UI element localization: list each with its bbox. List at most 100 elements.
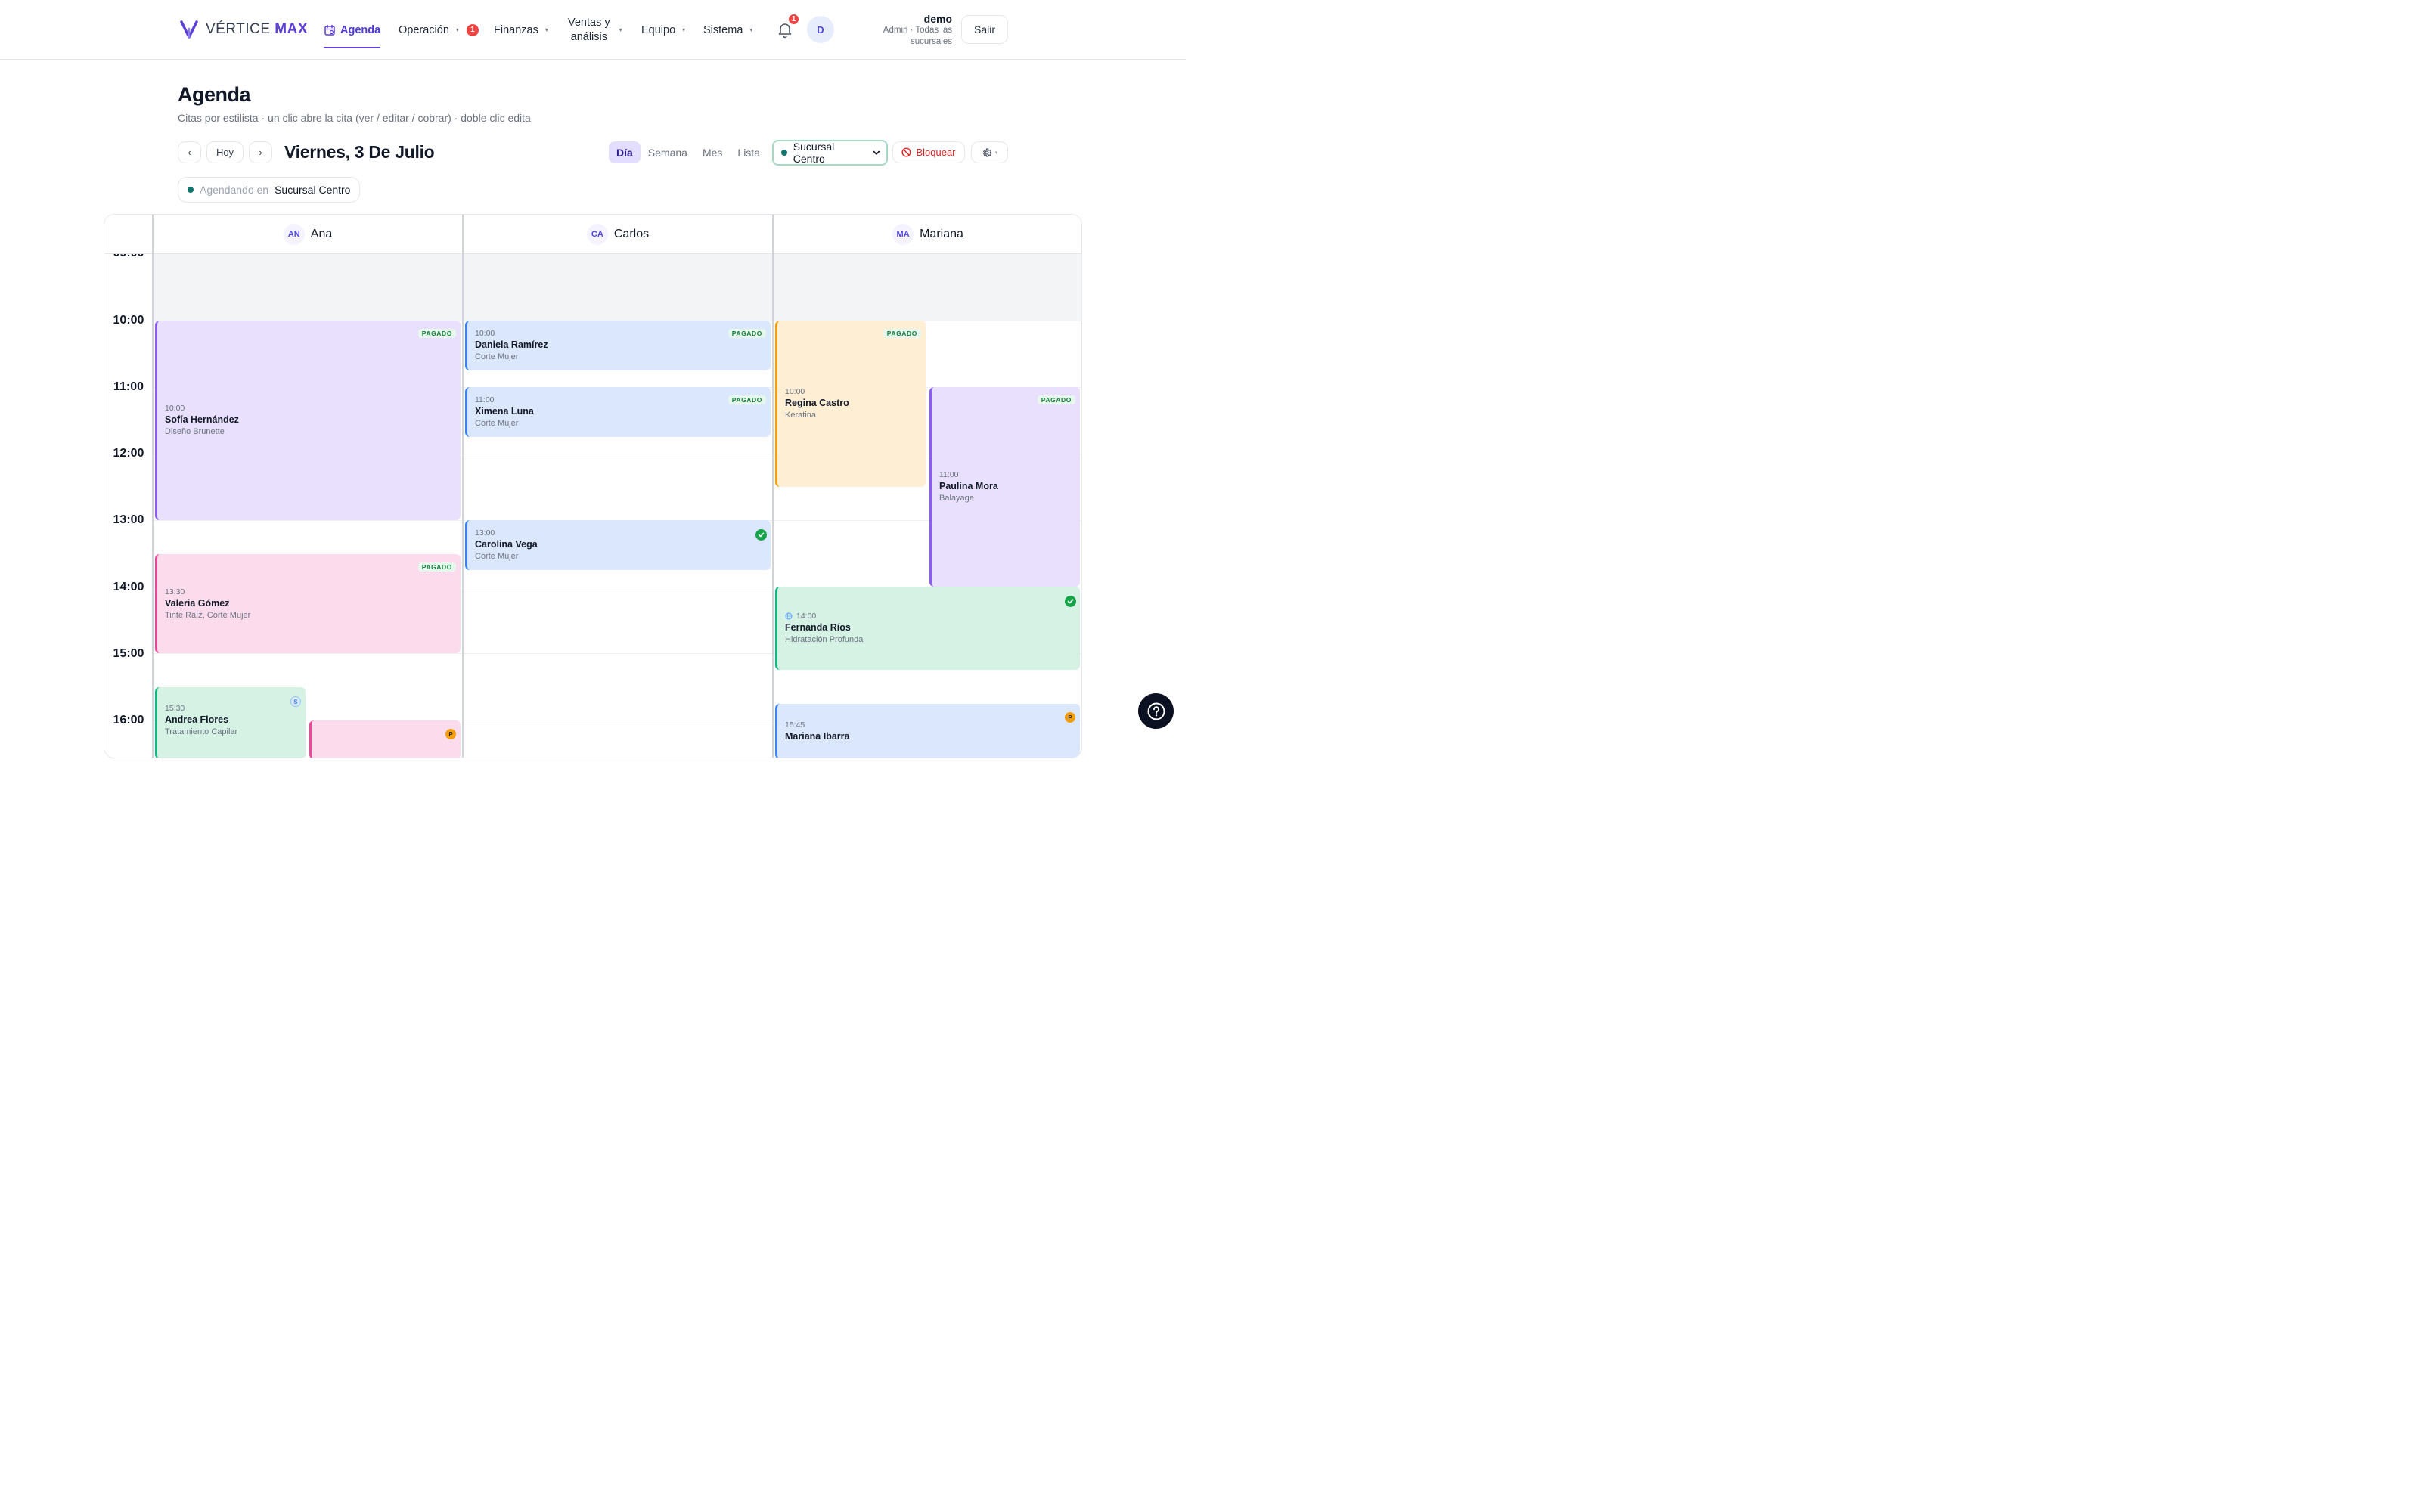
appointment-card[interactable]: P 15:45 Mariana Ibarra <box>775 704 1080 758</box>
caret-down-icon: ▾ <box>619 26 622 33</box>
calendar-settings-button[interactable]: ▾ <box>971 141 1008 163</box>
check-icon <box>1065 596 1076 607</box>
paid-badge: PAGADO <box>728 329 766 338</box>
branch-select-value: Sucursal Centro <box>793 141 835 165</box>
stylist-header-mariana[interactable]: MA Mariana <box>773 215 1081 254</box>
appointment-card[interactable]: PAGADO 10:00 Sofía Hernández Diseño Brun… <box>155 321 461 520</box>
appointment-service: Keratina <box>785 411 816 420</box>
caret-down-icon: ▾ <box>544 26 548 33</box>
stylist-initials: CA <box>586 223 608 245</box>
time-label: 14:00 <box>113 581 144 593</box>
stylist-name: Ana <box>310 227 333 240</box>
user-name: demo <box>923 13 952 25</box>
caret-down-icon: ▾ <box>994 150 998 156</box>
day-calendar: 09:00 10:00 11:00 12:00 13:00 14:00 15:0… <box>104 214 1082 758</box>
caret-down-icon: ▾ <box>749 26 753 33</box>
appointment-card[interactable]: PAGADO 13:30 Valeria Gómez Tinte Raíz, C… <box>155 554 461 653</box>
view-switcher: Día Semana Mes Lista <box>609 141 768 163</box>
user-avatar[interactable]: D <box>807 16 834 43</box>
column-divider <box>152 215 154 758</box>
stylist-name: Mariana <box>920 227 963 240</box>
globe-icon <box>785 612 793 620</box>
appointment-client: Mariana Ibarra <box>785 731 850 742</box>
status-badge-s: S <box>290 696 301 707</box>
nav-sistema[interactable]: Sistema ▾ <box>703 0 752 60</box>
help-button[interactable] <box>1138 693 1174 729</box>
column-divider <box>462 215 464 758</box>
paid-badge: PAGADO <box>883 329 921 338</box>
nav-agenda-label: Agenda <box>340 23 381 36</box>
appointment-card[interactable]: PAGADO 11:00 Paulina Mora Balayage <box>929 387 1080 587</box>
column-divider <box>772 215 774 758</box>
stylist-name: Carlos <box>613 227 650 240</box>
appointment-card[interactable]: PAGADO 10:00 Daniela Ramírez Corte Mujer <box>465 321 771 370</box>
appointment-card[interactable]: PAGADO 11:00 Ximena Luna Corte Mujer <box>465 387 771 437</box>
appointment-client: Sofía Hernández <box>165 414 239 425</box>
appointment-time: 10:00 <box>785 387 805 396</box>
current-date: Viernes, 3 De Julio <box>284 142 435 162</box>
caret-down-icon: ▾ <box>455 26 459 33</box>
nav-sistema-label: Sistema <box>703 23 743 36</box>
top-navigation: VÉRTICE MAX Agenda Operación ▾ 1 Finanza… <box>0 0 1186 60</box>
appointment-time: 10:00 <box>165 404 185 413</box>
scheduling-label: Agendando en <box>200 184 269 196</box>
appointment-card[interactable]: PAGADO 10:00 Regina Castro Keratina <box>775 321 926 487</box>
appointment-service: Corte Mujer <box>475 352 519 361</box>
user-role: Admin · Todas las sucursales <box>883 26 952 46</box>
status-badge-p: P <box>1065 712 1075 723</box>
time-label: 16:00 <box>113 714 144 727</box>
time-label: 11:00 <box>113 380 144 393</box>
appointment-service: Diseño Brunette <box>165 427 225 436</box>
active-tab-indicator <box>324 47 381 48</box>
appointment-card[interactable]: 14:00 Fernanda Ríos Hidratación Profunda <box>775 587 1080 670</box>
view-month[interactable]: Mes <box>695 141 730 163</box>
appointment-client: Daniela Ramírez <box>475 339 548 350</box>
time-gutter-header <box>104 215 153 254</box>
nav-equipo[interactable]: Equipo ▾ <box>641 0 685 60</box>
time-label: 13:00 <box>113 513 144 526</box>
appointment-time: 15:45 <box>785 720 805 730</box>
branch-select[interactable]: Sucursal Centro <box>772 140 888 166</box>
nav-operacion-label: Operación <box>399 23 449 36</box>
nav-equipo-label: Equipo <box>641 23 676 36</box>
appointment-client: Regina Castro <box>785 398 849 408</box>
appointment-service: Hidratación Profunda <box>785 635 864 644</box>
prev-day-button[interactable]: ‹ <box>178 141 201 163</box>
appointment-time: 10:00 <box>475 329 495 338</box>
calendar-icon <box>324 24 335 36</box>
nav-ventas[interactable]: Ventas y análisis ▾ <box>568 0 622 60</box>
stylist-header-ana[interactable]: AN Ana <box>153 215 463 254</box>
logo-mark-icon <box>180 20 198 39</box>
stylist-header-carlos[interactable]: CA Carlos <box>463 215 773 254</box>
operacion-count-badge: 1 <box>466 23 479 36</box>
today-button[interactable]: Hoy <box>206 141 244 163</box>
nav-operacion[interactable]: Operación ▾ 1 <box>399 0 479 60</box>
paid-badge: PAGADO <box>417 329 456 338</box>
block-time-button[interactable]: Bloquear <box>892 141 965 163</box>
next-day-button[interactable]: › <box>249 141 272 163</box>
view-day[interactable]: Día <box>609 141 641 163</box>
gear-icon <box>982 148 991 156</box>
paid-badge: PAGADO <box>728 395 766 404</box>
chevron-down-icon <box>873 150 880 155</box>
appointment-time: 13:30 <box>165 587 185 596</box>
logout-button[interactable]: Salir <box>961 15 1008 44</box>
scheduling-branch-indicator: Agendando en Sucursal Centro <box>178 177 361 203</box>
nav-ventas-label: Ventas y análisis <box>568 16 610 43</box>
appointment-card[interactable]: 13:00 Carolina Vega Corte Mujer <box>465 520 771 570</box>
appointment-time: 13:00 <box>475 528 495 538</box>
appointment-card[interactable]: P <box>309 720 461 758</box>
nav-finanzas[interactable]: Finanzas ▾ <box>494 0 548 60</box>
appointment-client: Andrea Flores <box>165 714 229 725</box>
nav-agenda[interactable]: Agenda <box>324 0 381 60</box>
brand-logo[interactable]: VÉRTICE MAX <box>180 20 308 39</box>
appointment-card[interactable]: S 15:30 Andrea Flores Tratamiento Capila… <box>155 687 306 758</box>
status-badge-p: P <box>445 729 456 739</box>
appointment-service: Tratamiento Capilar <box>165 727 238 736</box>
page-subtitle: Citas por estilista · un clic abre la ci… <box>178 112 531 124</box>
view-list[interactable]: Lista <box>730 141 768 163</box>
view-week[interactable]: Semana <box>641 141 695 163</box>
caret-down-icon: ▾ <box>682 26 686 33</box>
appointment-time: 14:00 <box>785 612 863 621</box>
time-label: 15:00 <box>113 647 144 660</box>
